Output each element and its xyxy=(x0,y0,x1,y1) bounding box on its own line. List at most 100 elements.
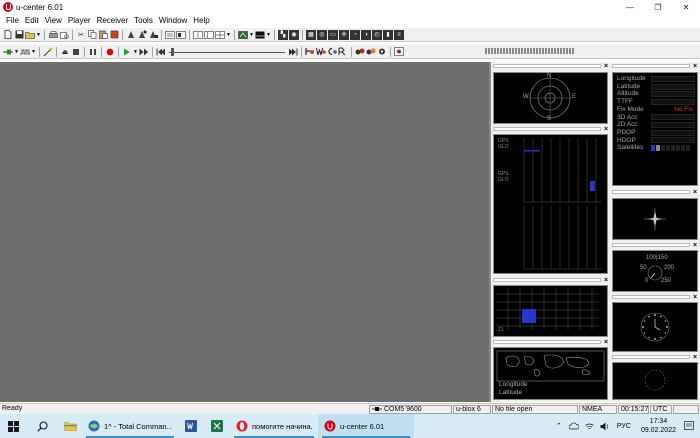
taskbar-app-total-commander[interactable]: 1^ - Total Comman... xyxy=(82,414,178,438)
close-icon[interactable]: × xyxy=(602,277,610,285)
clock-view-icon[interactable]: ◴ xyxy=(372,29,382,40)
print-preview-icon[interactable] xyxy=(59,30,69,40)
coldstart-icon[interactable] xyxy=(327,47,337,57)
taskbar-app-u-center[interactable]: u-center 6.01 xyxy=(318,414,414,438)
volume-icon[interactable] xyxy=(600,422,610,431)
close-icon[interactable]: × xyxy=(691,354,699,362)
autobauding-icon[interactable] xyxy=(43,47,53,57)
fast-forward-icon[interactable] xyxy=(139,47,149,57)
panel-title-bar[interactable] xyxy=(612,243,690,247)
sky-view-icon[interactable]: ◎ xyxy=(317,29,327,40)
close-button[interactable]: ✕ xyxy=(672,0,700,14)
histogram-view-icon[interactable]: ▚ xyxy=(278,29,288,40)
close-icon[interactable]: × xyxy=(602,126,610,134)
satellite-level-panel[interactable]: GPS GLO GPS GLO xyxy=(493,134,608,274)
deviation-map-panel[interactable]: 21 xyxy=(493,285,608,337)
data-view-icon[interactable]: ≡ xyxy=(394,29,404,40)
messages-view-icon[interactable] xyxy=(204,30,214,40)
receiver-connect-icon[interactable] xyxy=(126,30,136,40)
panel-title-bar[interactable] xyxy=(612,190,690,194)
taskbar-clock[interactable]: 17:34 09.02.2022 xyxy=(641,417,676,435)
language-indicator[interactable]: РУС xyxy=(617,423,631,430)
chart-view-icon[interactable] xyxy=(255,30,265,40)
close-icon[interactable]: × xyxy=(691,294,699,302)
chevron-down-icon[interactable]: ▼ xyxy=(266,32,271,38)
menu-window[interactable]: Window xyxy=(156,16,190,25)
minimize-button[interactable]: — xyxy=(616,0,644,14)
close-icon[interactable]: × xyxy=(691,63,699,71)
eject-icon[interactable]: ⏏ xyxy=(60,47,70,57)
word-button[interactable] xyxy=(178,414,204,438)
chevron-down-icon[interactable]: ▼ xyxy=(226,32,231,38)
text-console-icon[interactable] xyxy=(165,30,175,40)
playback-position-slider[interactable] xyxy=(169,47,285,57)
compass-icon[interactable]: ✣ xyxy=(339,29,349,40)
binary-console-icon[interactable] xyxy=(193,30,203,40)
map-view-icon[interactable] xyxy=(238,30,248,40)
close-icon[interactable]: × xyxy=(691,242,699,250)
gnss-config-icon[interactable] xyxy=(355,47,365,57)
excel-button[interactable] xyxy=(204,414,230,438)
speed-gauge-panel[interactable]: 100|150 50 200 0 250 xyxy=(612,250,698,292)
gnss-debug-icon[interactable] xyxy=(366,47,376,57)
pause-icon[interactable] xyxy=(88,47,98,57)
panel-title-bar[interactable] xyxy=(493,127,601,131)
satellite-level-icon[interactable]: ▮ xyxy=(383,29,393,40)
data-view-panel[interactable]: Longitude Latitude Altitude TTFF Fix Mod… xyxy=(612,72,698,186)
gnss-settings-icon[interactable] xyxy=(377,47,387,57)
menu-tools[interactable]: Tools xyxy=(131,16,156,25)
gauge-speed-icon[interactable]: ◔ xyxy=(350,29,360,40)
panel-title-bar[interactable] xyxy=(612,295,690,299)
maximize-button[interactable]: ❐ xyxy=(644,0,672,14)
time-view-panel[interactable] xyxy=(612,362,698,400)
file-explorer-button[interactable] xyxy=(58,414,82,438)
compass-panel[interactable] xyxy=(612,198,698,240)
wifi-icon[interactable] xyxy=(585,422,594,431)
chevron-down-icon[interactable]: ▼ xyxy=(36,32,41,38)
menu-help[interactable]: Help xyxy=(190,16,212,25)
camera-view-icon[interactable]: ◉ xyxy=(289,29,299,40)
chevron-down-icon[interactable]: ▼ xyxy=(133,49,138,55)
clock-gauge-panel[interactable] xyxy=(612,302,698,352)
chevron-down-icon[interactable]: ▼ xyxy=(31,49,36,55)
panel-title-bar[interactable] xyxy=(493,64,601,68)
menu-file[interactable]: File xyxy=(3,16,22,25)
connection-icon[interactable] xyxy=(3,47,13,57)
save-icon[interactable] xyxy=(14,30,24,40)
hotstart-icon[interactable] xyxy=(305,47,315,57)
warmstart-icon[interactable] xyxy=(316,47,326,57)
open-folder-icon[interactable] xyxy=(25,30,35,40)
close-icon[interactable]: × xyxy=(602,339,610,347)
skip-to-end-icon[interactable] xyxy=(288,47,298,57)
sky-view-panel[interactable]: N E S W xyxy=(493,72,608,124)
new-file-icon[interactable] xyxy=(3,30,13,40)
skip-to-start-icon[interactable] xyxy=(156,47,166,57)
record-icon[interactable] xyxy=(105,47,115,57)
menu-view[interactable]: View xyxy=(42,16,65,25)
messages-filter-icon[interactable] xyxy=(394,47,404,57)
panel-title-bar[interactable] xyxy=(612,64,690,68)
print-icon[interactable] xyxy=(48,30,58,40)
close-icon[interactable]: × xyxy=(691,189,699,197)
world-map-panel[interactable]: Longitude Latitude xyxy=(493,347,608,400)
menu-receiver[interactable]: Receiver xyxy=(94,16,132,25)
cloud-icon[interactable] xyxy=(568,422,579,430)
taskbar-app-opera[interactable]: помогите начина... xyxy=(230,414,318,438)
gauge-altitude-icon[interactable]: ◑ xyxy=(361,29,371,40)
play-icon[interactable] xyxy=(122,47,132,57)
start-button[interactable] xyxy=(0,414,26,438)
tray-overflow-icon[interactable]: ⌃ xyxy=(556,422,562,430)
notifications-icon[interactable] xyxy=(684,421,694,431)
reset-icon[interactable] xyxy=(338,47,348,57)
deviation-map-icon[interactable]: ▦ xyxy=(306,29,316,40)
copy-icon[interactable] xyxy=(87,30,97,40)
panel-title-bar[interactable] xyxy=(493,340,601,344)
receiver-config-icon[interactable] xyxy=(137,30,147,40)
erase-icon[interactable] xyxy=(109,30,119,40)
menu-player[interactable]: Player xyxy=(65,16,94,25)
mdi-workspace[interactable] xyxy=(0,62,489,402)
world-map-icon[interactable]: ▭ xyxy=(328,29,338,40)
search-button[interactable] xyxy=(26,414,58,438)
table-view-icon[interactable] xyxy=(215,30,225,40)
stop-icon[interactable] xyxy=(71,47,81,57)
